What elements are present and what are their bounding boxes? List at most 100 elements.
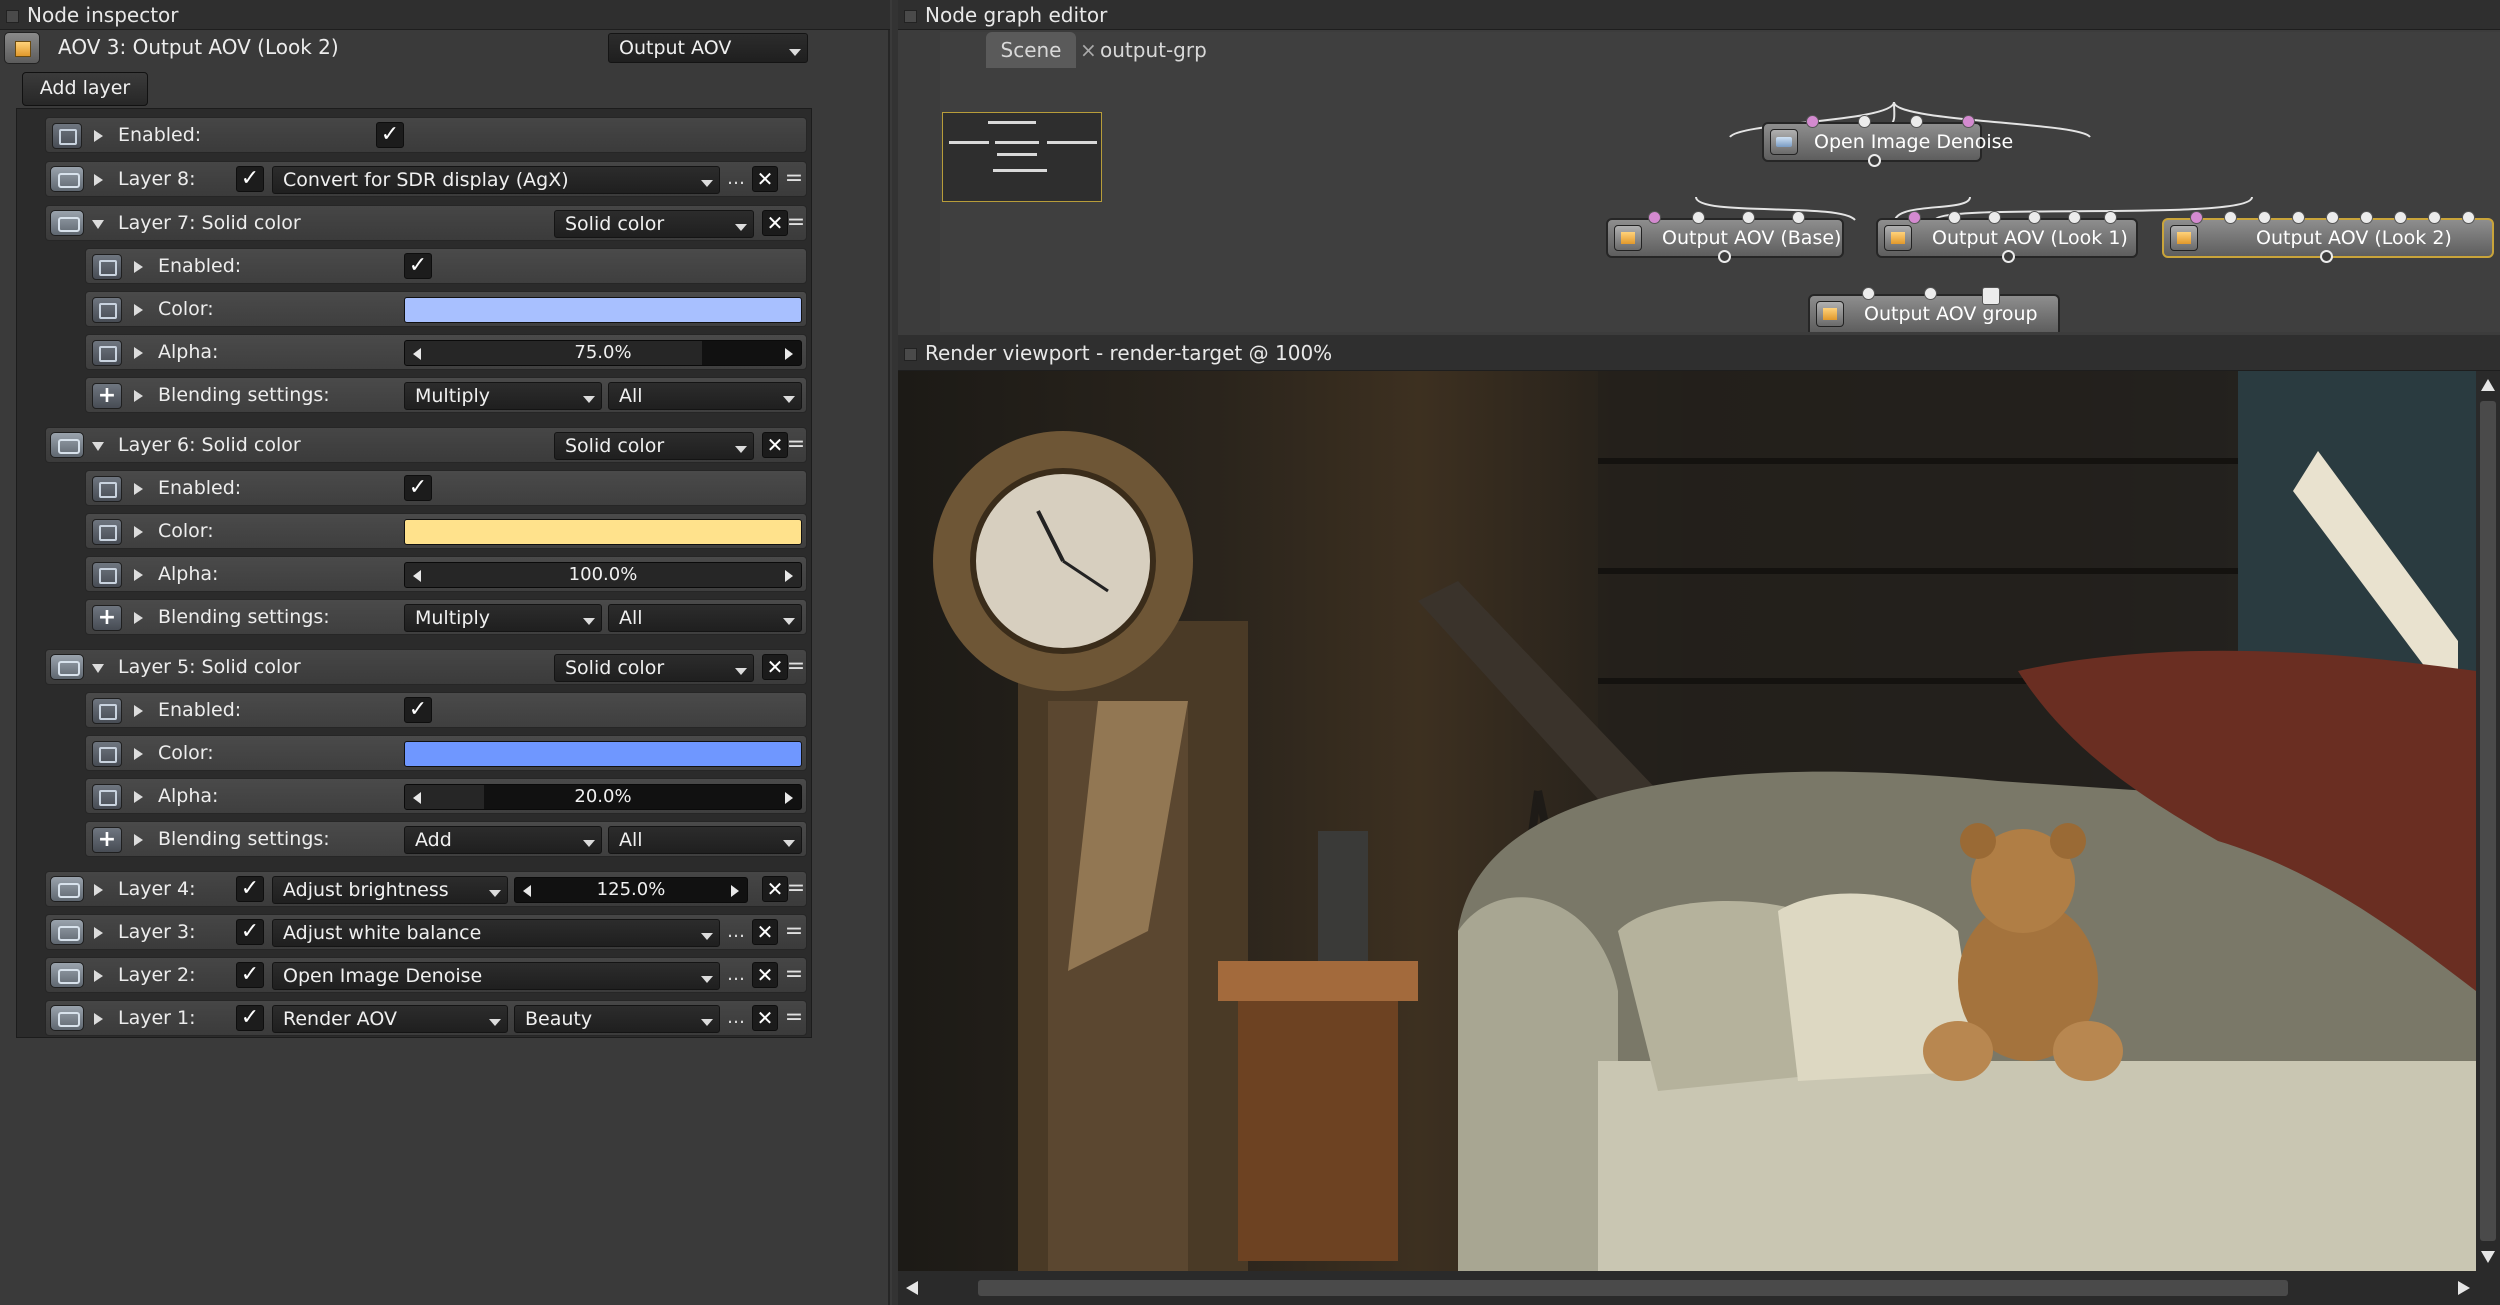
expand-arrow-icon[interactable] [134,569,143,581]
graph-node-open-image-denoise[interactable]: Open Image Denoise [1762,115,2013,167]
scroll-up-arrow-icon[interactable] [2481,379,2495,391]
node-input-pin[interactable] [1962,115,1975,128]
collapse-arrow-icon[interactable] [92,664,104,673]
drag-handle-icon[interactable]: = [782,915,806,949]
expand-arrow-icon[interactable] [94,884,103,896]
node-type-dropdown[interactable]: Output AOV [608,33,808,63]
node-input-pin[interactable] [2360,211,2373,224]
increment-arrow-icon[interactable] [785,570,793,582]
graph-canvas[interactable]: Scene × output-grp Open Image Denoise Ou… [940,32,2500,332]
curve-property-icon[interactable] [92,784,122,810]
curve-property-icon[interactable] [92,562,122,588]
node-input-pin[interactable] [1648,211,1661,224]
node-input-pin[interactable] [2258,211,2271,224]
drag-handle-icon[interactable]: = [782,1001,806,1035]
node-input-pin[interactable] [1988,211,2001,224]
node-input-pin[interactable] [1806,115,1819,128]
horizontal-scroll-thumb[interactable] [978,1280,2288,1296]
alpha-slider[interactable]: 75.0% [404,340,802,366]
node-input-pin[interactable] [1948,211,1961,224]
node-input-pin[interactable] [1908,211,1921,224]
increment-arrow-icon[interactable] [731,885,739,897]
curve-property-icon[interactable] [92,340,122,366]
expand-arrow-icon[interactable] [134,705,143,717]
brightness-slider[interactable]: 125.0% [514,877,748,903]
plus-icon[interactable]: + [92,827,122,853]
increment-arrow-icon[interactable] [785,348,793,360]
node-input-pin[interactable] [2224,211,2237,224]
drag-handle-icon[interactable]: = [782,162,806,196]
panel-handle-icon[interactable] [6,10,19,23]
pin-property-icon[interactable] [92,476,122,502]
expand-arrow-icon[interactable] [134,347,143,359]
node-input-pin[interactable] [1910,115,1923,128]
layer-type-dropdown[interactable]: Open Image Denoise [272,962,720,990]
decrement-arrow-icon[interactable] [413,570,421,582]
expand-arrow-icon[interactable] [94,970,103,982]
aov-select-dropdown[interactable]: Beauty [514,1005,720,1033]
node-input-pin[interactable] [1692,211,1705,224]
layer-enabled-checkbox[interactable]: ✓ [236,962,264,988]
remove-layer-button[interactable]: ✕ [752,166,778,192]
decrement-arrow-icon[interactable] [523,885,531,897]
layer-type-dropdown[interactable]: Solid color [554,654,754,682]
increment-arrow-icon[interactable] [785,792,793,804]
color-swatch[interactable] [404,519,802,545]
curve-property-icon[interactable] [92,297,122,323]
node-input-pin[interactable] [2394,211,2407,224]
expand-arrow-icon[interactable] [94,927,103,939]
enabled-checkbox[interactable]: ✓ [404,475,432,501]
layer-icon[interactable] [50,654,84,680]
layer-icon[interactable] [50,919,84,945]
expand-arrow-icon[interactable] [94,1013,103,1025]
node-input-pin[interactable] [1862,287,1875,300]
layer-type-dropdown[interactable]: Solid color [554,432,754,460]
blend-channels-dropdown[interactable]: All [608,826,802,854]
layer-icon[interactable] [50,876,84,902]
layer-type-dropdown[interactable]: Adjust brightness [272,876,508,904]
layer-icon[interactable] [50,1005,84,1031]
alpha-slider[interactable]: 100.0% [404,562,802,588]
drag-handle-icon[interactable]: = [782,958,806,992]
node-input-pin[interactable] [1742,211,1755,224]
graph-node-output-aov-look-2[interactable]: Output AOV (Look 2) [2162,211,2494,263]
node-input-pin[interactable] [2068,211,2081,224]
expand-arrow-icon[interactable] [94,174,103,186]
vertical-scroll-thumb[interactable] [2480,401,2496,1241]
blend-mode-dropdown[interactable]: Add [404,826,602,854]
node-input-pin[interactable] [2462,211,2475,224]
horizontal-scrollbar[interactable] [898,1271,2500,1305]
blend-channels-dropdown[interactable]: All [608,382,802,410]
node-input-pin[interactable] [2326,211,2339,224]
vertical-scrollbar[interactable] [2476,371,2500,1271]
pin-property-icon[interactable] [92,698,122,724]
curve-property-icon[interactable] [92,519,122,545]
expand-arrow-icon[interactable] [134,304,143,316]
drag-handle-icon[interactable]: = [784,872,808,906]
layer-enabled-checkbox[interactable]: ✓ [236,919,264,945]
layer-enabled-checkbox[interactable]: ✓ [236,1005,264,1031]
expand-arrow-icon[interactable] [134,526,143,538]
blend-mode-dropdown[interactable]: Multiply [404,382,602,410]
plus-icon[interactable]: + [92,383,122,409]
color-swatch[interactable] [404,741,802,767]
expand-arrow-icon[interactable] [134,390,143,402]
layer-icon[interactable] [50,210,84,236]
expand-arrow-icon[interactable] [134,791,143,803]
collapse-arrow-icon[interactable] [92,442,104,451]
node-input-pin[interactable] [1792,211,1805,224]
collapse-arrow-icon[interactable] [92,220,104,229]
decrement-arrow-icon[interactable] [413,348,421,360]
node-input-pin[interactable] [2428,211,2441,224]
more-options-button[interactable]: … [724,1001,748,1035]
more-options-button[interactable]: … [724,162,748,196]
pin-property-icon[interactable] [52,123,82,149]
remove-layer-button[interactable]: ✕ [752,1005,778,1031]
drag-handle-icon[interactable]: = [784,206,808,240]
panel-handle-icon[interactable] [904,348,917,361]
scroll-down-arrow-icon[interactable] [2481,1251,2495,1263]
blend-channels-dropdown[interactable]: All [608,604,802,632]
color-swatch[interactable] [404,297,802,323]
graph-node-output-aov-group[interactable]: Output AOV group [1808,287,2060,332]
graph-node-output-aov-base[interactable]: Output AOV (Base) [1606,211,1844,263]
